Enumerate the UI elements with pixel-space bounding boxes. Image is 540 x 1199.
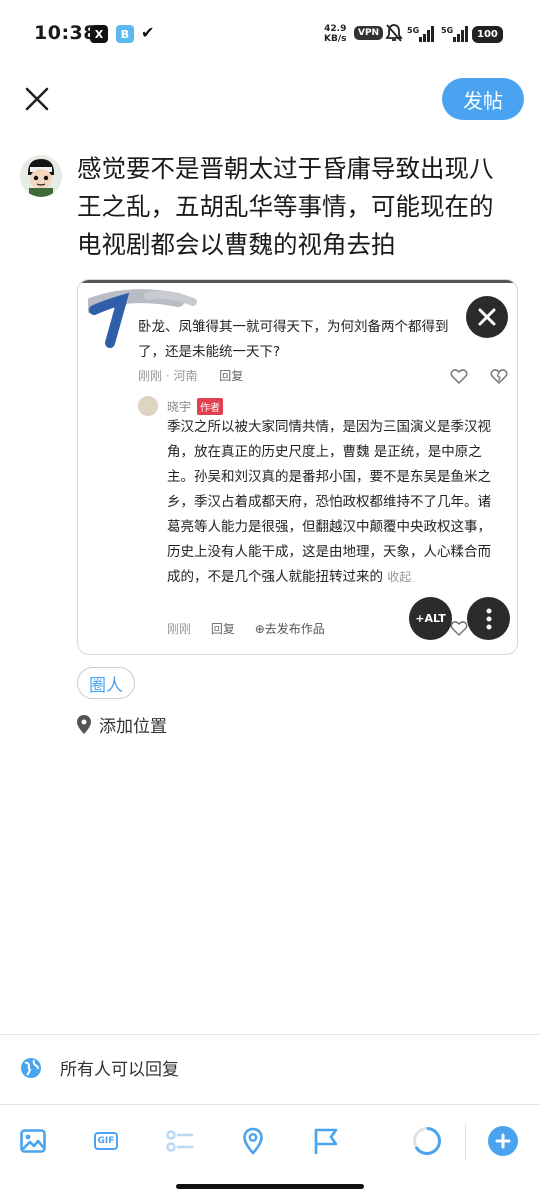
signal-5g-icon-1: 5G — [407, 24, 437, 48]
tag-people-chip[interactable]: 圈人 — [77, 667, 135, 699]
gif-icon: GIF — [93, 1132, 119, 1150]
vertical-dots-icon — [486, 608, 491, 629]
network-speed-unit: KB/s — [324, 34, 347, 44]
add-thread-button[interactable] — [488, 1126, 518, 1156]
close-icon — [478, 308, 496, 326]
toolbar-divider — [465, 1124, 466, 1160]
author-badge: 作者 — [197, 398, 223, 415]
question-time-location: 刚刚 · 河南 — [138, 369, 198, 383]
add-icon — [495, 1133, 511, 1149]
close-button[interactable] — [24, 86, 50, 112]
poll-icon — [166, 1130, 194, 1152]
broken-heart-icon — [490, 369, 508, 385]
bluesky-app-icon: B — [116, 25, 134, 43]
reply-permission-row[interactable]: 所有人可以回复 — [20, 1055, 179, 1080]
signal-label-2: 5G — [441, 26, 453, 35]
location-button[interactable] — [238, 1126, 268, 1156]
reply-body: 季汉之所以被大家同情共情，是因为三国演义是季汉视角，放在真正的历史尺度上，曹魏 … — [167, 415, 502, 590]
avatar[interactable] — [20, 155, 62, 197]
check-icon: ✔ — [141, 22, 155, 42]
home-indicator — [176, 1184, 364, 1189]
location-pin-icon — [77, 715, 91, 734]
avatar-character-icon — [20, 155, 62, 197]
post-button[interactable]: 发帖 — [442, 78, 524, 120]
location-icon — [243, 1127, 263, 1155]
character-count-ring — [412, 1126, 442, 1156]
publish-work-link: ⊕去发布作品 — [254, 622, 325, 636]
reply-avatar — [138, 396, 158, 416]
signal-5g-icon-2: 5G — [441, 24, 471, 48]
remove-image-button[interactable] — [466, 296, 508, 338]
reply-time: 刚刚 — [167, 622, 192, 636]
globe-icon — [21, 1057, 41, 1078]
x-app-icon: X — [90, 25, 108, 43]
image-icon — [20, 1129, 46, 1153]
gif-button[interactable]: GIF — [91, 1126, 121, 1156]
signal-label-1: 5G — [407, 26, 419, 35]
add-location-row[interactable]: 添加位置 — [77, 712, 167, 737]
question-reply-link: 回复 — [219, 369, 244, 383]
fold-link: 收起 — [387, 570, 412, 584]
image-top-edge — [78, 280, 517, 283]
reply-permission-label: 所有人可以回复 — [60, 1060, 179, 1080]
question-meta: 刚刚 · 河南 回复 — [138, 367, 243, 384]
reply-body-text: 季汉之所以被大家同情共情，是因为三国演义是季汉视角，放在真正的历史尺度上，曹魏 … — [167, 419, 491, 585]
divider — [0, 1034, 540, 1035]
publish-work-label: 去发布作品 — [264, 622, 325, 636]
progress-ring-icon — [413, 1127, 441, 1155]
flag-button[interactable] — [311, 1126, 341, 1156]
attached-image[interactable]: 卧龙、凤雏得其一就可得天下，为何刘备两个都得到了，还是未能统一天下? 刚刚 · … — [77, 279, 518, 655]
network-speed: 42.9 KB/s — [324, 24, 346, 44]
divider — [0, 1104, 540, 1105]
image-more-button[interactable] — [467, 597, 510, 640]
close-icon — [25, 87, 49, 111]
add-location-label: 添加位置 — [99, 717, 167, 737]
heart-icon — [450, 369, 468, 385]
status-bar: 10:38 X B ✔ 42.9 KB/s VPN 5G 5G 100 — [0, 0, 540, 70]
network-speed-value: 42.9 — [324, 24, 347, 34]
flag-icon — [314, 1128, 338, 1154]
mute-bell-icon — [385, 23, 403, 47]
reply-reply-link: 回复 — [210, 622, 235, 636]
quoted-question: 卧龙、凤雏得其一就可得天下，为何刘备两个都得到了，还是未能统一天下? — [138, 319, 449, 360]
compose-text-area[interactable]: 感觉要不是晋朝太过于昏庸导致出现八王之乱，五胡乱华等事情，可能现在的电视剧都会以… — [77, 150, 517, 264]
reply-meta: 刚刚 回复 ⊕去发布作品 — [167, 620, 357, 637]
image-button[interactable] — [18, 1126, 48, 1156]
vpn-badge: VPN — [354, 26, 384, 40]
status-time: 10:38 — [34, 22, 97, 44]
alt-text-button[interactable]: +ALT — [409, 597, 452, 640]
reply-author-name: 晓宇 — [167, 400, 192, 414]
battery-indicator: 100 — [472, 26, 503, 43]
reply-heart-icon — [450, 621, 468, 637]
poll-button[interactable] — [165, 1126, 195, 1156]
